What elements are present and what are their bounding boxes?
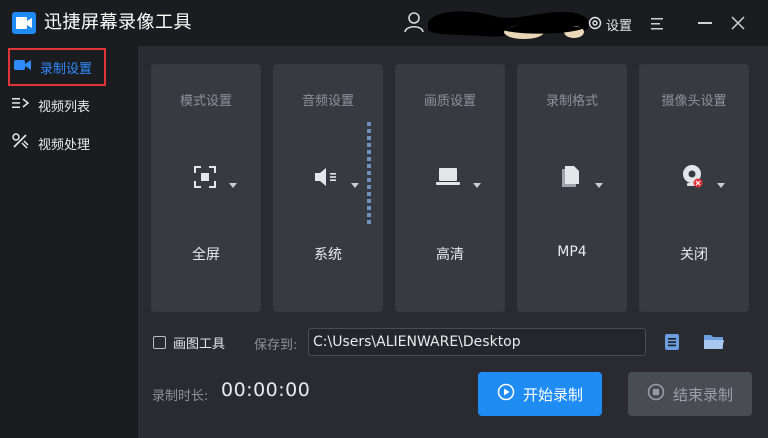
- card-value: 全屏: [192, 247, 220, 263]
- card-value: 高清: [436, 247, 464, 263]
- draw-tool-label: 画图工具: [173, 337, 226, 352]
- list-icon: [12, 96, 30, 114]
- duration-value: 00:00:00: [221, 379, 311, 401]
- card-mode-settings[interactable]: 模式设置 全屏: [151, 64, 261, 312]
- main-panel: 模式设置 全屏 音频设置 系统 画质设置 高清 录制格式 MP4 摄像头设置 关…: [138, 46, 768, 438]
- card-header: 模式设置: [179, 94, 232, 109]
- draw-tool-checkbox[interactable]: [153, 336, 166, 349]
- hamburger-icon[interactable]: [651, 16, 665, 30]
- card-value: 系统: [314, 247, 342, 263]
- sidebar-item-record-settings[interactable]: 录制设置: [8, 48, 106, 86]
- volume-level-icon: [367, 122, 371, 228]
- video-camera-icon: [14, 58, 32, 76]
- settings-button[interactable]: 设置: [588, 13, 632, 35]
- card-header: 音频设置: [301, 94, 354, 109]
- start-recording-label: 开始录制: [522, 385, 583, 404]
- settings-label: 设置: [606, 18, 633, 34]
- sidebar: 录制设置 视频列表 视频处理: [0, 46, 138, 438]
- chevron-down-icon: [229, 174, 237, 193]
- start-recording-button[interactable]: 开始录制: [478, 372, 602, 416]
- monitor-icon: [436, 167, 462, 191]
- close-icon[interactable]: [731, 15, 745, 30]
- app-title: 迅捷屏幕录像工具: [44, 12, 192, 33]
- fullscreen-icon: [194, 166, 216, 192]
- save-path-field[interactable]: C:\Users\ALIENWARE\Desktop: [308, 328, 646, 356]
- play-icon: [497, 383, 515, 405]
- card-webcam-settings[interactable]: 摄像头设置 关闭: [639, 64, 749, 312]
- chevron-down-icon: [473, 174, 481, 193]
- card-quality-settings[interactable]: 画质设置 高清: [395, 64, 505, 312]
- file-icon: [560, 165, 582, 193]
- card-audio-settings[interactable]: 音频设置 系统: [273, 64, 383, 312]
- duration-label: 录制时长:: [152, 389, 209, 404]
- card-header: 录制格式: [545, 94, 598, 109]
- minimize-icon[interactable]: [698, 22, 712, 24]
- chevron-down-icon: [717, 174, 725, 193]
- title-bar: 迅捷屏幕录像工具 设置: [0, 0, 768, 46]
- card-record-format[interactable]: 录制格式 MP4: [517, 64, 627, 312]
- save-to-label: 保存到:: [254, 338, 298, 353]
- card-value: 关闭: [680, 247, 708, 263]
- card-header: 画质设置: [423, 94, 476, 109]
- user-icon[interactable]: [402, 10, 426, 34]
- folder-icon[interactable]: [703, 333, 725, 351]
- sidebar-item-label: 视频列表: [38, 99, 91, 115]
- chevron-down-icon: [595, 174, 603, 193]
- stop-recording-button[interactable]: 结束录制: [628, 372, 752, 416]
- stop-recording-label: 结束录制: [672, 385, 733, 404]
- list-icon[interactable]: [664, 333, 680, 351]
- sidebar-item-label: 录制设置: [40, 61, 93, 77]
- sidebar-item-video-processing[interactable]: 视频处理: [8, 124, 106, 162]
- sidebar-item-video-list[interactable]: 视频列表: [8, 86, 106, 124]
- card-value: MP4: [557, 244, 587, 260]
- webcam-icon: [682, 164, 706, 194]
- stop-icon: [647, 383, 665, 405]
- redacted-username: [424, 6, 592, 40]
- gear-icon: [588, 15, 602, 34]
- speaker-icon: [314, 167, 340, 191]
- card-header: 摄像头设置: [661, 94, 727, 109]
- chevron-down-icon: [351, 174, 359, 193]
- video-camera-icon: [12, 12, 36, 34]
- sidebar-item-label: 视频处理: [38, 137, 91, 153]
- tools-icon: [12, 133, 30, 153]
